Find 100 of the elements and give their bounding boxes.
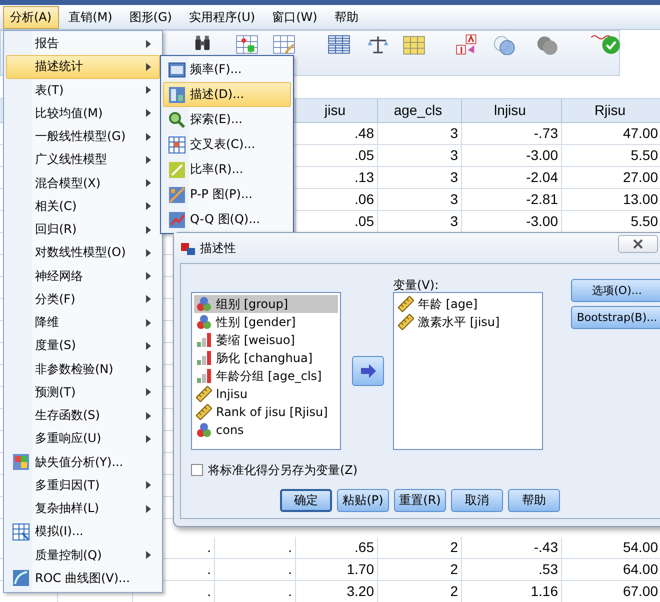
balls-icon xyxy=(196,314,212,330)
submenu-arrow-icon xyxy=(146,156,151,164)
table-cell: 3 xyxy=(378,167,462,189)
tile-icon xyxy=(168,86,186,104)
menu-item[interactable]: 表(T) xyxy=(6,78,160,102)
list-label: 变量(V): xyxy=(393,278,440,292)
circles-icon xyxy=(492,34,516,55)
dialog-button[interactable]: 选项(O)... xyxy=(571,279,660,302)
menu-item[interactable]: 缺失值分析(Y)... xyxy=(6,450,160,474)
table-icon xyxy=(12,522,30,541)
table-cell: .05 xyxy=(296,145,378,167)
menu-item[interactable]: 描述(D)... xyxy=(163,82,291,107)
menu-item[interactable]: 频率(F)... xyxy=(163,57,291,82)
menu-item[interactable]: 一般线性模型(G) xyxy=(6,125,160,148)
dialog-title: 描述性 xyxy=(200,240,236,256)
submenu-arrow-icon xyxy=(146,365,151,374)
submenu-arrow-icon xyxy=(146,62,151,71)
table-cell: 1.70 xyxy=(296,559,378,581)
scale-icon xyxy=(366,34,390,55)
table-icon xyxy=(327,34,351,55)
chart-icon xyxy=(168,210,186,228)
dialog-button[interactable]: 重置(R) xyxy=(394,489,446,512)
submenu-arrow-icon xyxy=(146,272,151,280)
table-cell: 47.00 xyxy=(562,123,660,145)
table-cell: 2 xyxy=(378,559,462,581)
menu-item[interactable]: P-P 图(P)... xyxy=(163,182,291,207)
menu-item[interactable]: 多重响应(U) xyxy=(6,427,160,450)
menu-item[interactable]: 神经网络 xyxy=(6,264,160,288)
menu-item[interactable]: 复杂抽样(L) xyxy=(6,497,160,520)
submenu-arrow-icon xyxy=(146,40,151,48)
table-cell: 2 xyxy=(378,537,462,559)
menu-item[interactable]: 度量(S) xyxy=(6,334,160,358)
submenu-arrow-icon xyxy=(146,342,151,350)
tile-icon xyxy=(168,160,186,178)
menu-bar-item[interactable]: 分析(A) xyxy=(3,6,59,28)
list-item[interactable]: 组别 [group] xyxy=(194,295,338,313)
menu-item[interactable]: 比率(R)... xyxy=(163,157,291,182)
menu-item[interactable]: 降维 xyxy=(6,311,160,334)
submenu-arrow-icon xyxy=(146,202,151,210)
submenu-arrow-icon xyxy=(146,551,151,560)
menu-item[interactable]: 多重归因(T) xyxy=(6,474,160,497)
menu-item[interactable]: 交叉表(C)... xyxy=(163,132,291,157)
list-item[interactable]: 激素水平 [jisu] xyxy=(396,313,540,331)
menu-item[interactable]: 回归(R) xyxy=(6,218,160,242)
list-item[interactable]: 年龄 [age] xyxy=(396,295,540,313)
list-item[interactable]: Rank of jisu [Rjisu] xyxy=(194,403,338,421)
menu-item[interactable]: 广义线性模型 xyxy=(6,148,160,172)
table-cell: -2.04 xyxy=(462,167,562,189)
menu-item[interactable]: 预测(T) xyxy=(6,380,160,404)
column-header: age_cls xyxy=(378,99,462,123)
menu-item[interactable]: 相关(C) xyxy=(6,194,160,218)
menu-item[interactable]: 报告 xyxy=(6,32,160,56)
list-item[interactable]: 性别 [gender] xyxy=(194,313,338,331)
submenu-arrow-icon xyxy=(146,481,151,490)
puzzle-icon xyxy=(12,453,30,472)
menu-bar-item[interactable]: 帮助 xyxy=(327,6,366,28)
circles-icon xyxy=(535,34,559,55)
menu-item[interactable]: Q-Q 图(Q)... xyxy=(163,207,291,232)
dialog-button[interactable]: 取消 xyxy=(451,489,503,512)
menu-bar-item[interactable]: 直销(M) xyxy=(62,6,120,28)
list-item[interactable]: 肠化 [changhua] xyxy=(194,349,338,367)
variable-list[interactable]: 组别 [group] 性别 [gender] 萎缩 [weisuo] 肠化 [changhua] 年龄分组 [age_cls] lnjisu Rank of jisu [Rjisu] cons xyxy=(191,292,341,450)
ruler-icon xyxy=(398,296,414,312)
move-button[interactable] xyxy=(352,356,384,386)
dialog-button[interactable]: 确定 xyxy=(280,489,332,512)
table-cell: .13 xyxy=(296,167,378,189)
menu-item[interactable]: 比较均值(M) xyxy=(6,102,160,125)
dialog-button[interactable]: 粘贴(P) xyxy=(337,489,389,512)
checkbox[interactable] xyxy=(191,464,203,476)
menu-bar-item[interactable]: 窗口(W) xyxy=(265,6,324,28)
table-cell: .06 xyxy=(296,189,378,211)
table-cell: 3 xyxy=(378,189,462,211)
menu-item[interactable]: 探索(E)... xyxy=(163,107,291,132)
list-item[interactable]: 萎缩 [weisuo] xyxy=(194,331,338,349)
menu-item[interactable]: 非参数检验(N) xyxy=(6,358,160,381)
table-icon xyxy=(402,34,426,55)
menu-item[interactable]: 混合模型(X) xyxy=(6,172,160,195)
submenu-arrow-icon xyxy=(146,248,151,257)
submenu-arrow-icon xyxy=(146,132,151,141)
spellcheck-icon xyxy=(590,34,620,55)
column-header: jisu xyxy=(296,99,378,123)
close-button[interactable] xyxy=(618,235,658,253)
table-cell: -2.81 xyxy=(462,189,562,211)
menu-bar-item[interactable]: 实用程序(U) xyxy=(182,6,262,28)
column-header: Rjisu xyxy=(562,99,660,123)
menu-bar-item[interactable]: 图形(G) xyxy=(122,6,179,28)
column-header: lnjisu xyxy=(462,99,562,123)
table-cell: 1.16 xyxy=(462,581,562,602)
menu-item[interactable]: 对数线性模型(O) xyxy=(6,241,160,264)
dialog-button[interactable]: Bootstrap(B)... xyxy=(571,306,660,329)
menu-item[interactable]: 生存函数(S) xyxy=(6,404,160,428)
variable-list[interactable]: 年龄 [age] 激素水平 [jisu] xyxy=(393,292,543,450)
menu-item[interactable]: 分类(F) xyxy=(6,288,160,311)
dialog-button[interactable]: 帮助 xyxy=(508,489,560,512)
menu-item[interactable]: 描述统计 xyxy=(6,55,160,78)
list-item[interactable]: cons xyxy=(194,421,338,439)
submenu-arrow-icon xyxy=(146,434,151,443)
arrow-icon xyxy=(360,364,376,378)
list-item[interactable]: lnjisu xyxy=(194,385,338,403)
list-item[interactable]: 年龄分组 [age_cls] xyxy=(194,367,338,385)
